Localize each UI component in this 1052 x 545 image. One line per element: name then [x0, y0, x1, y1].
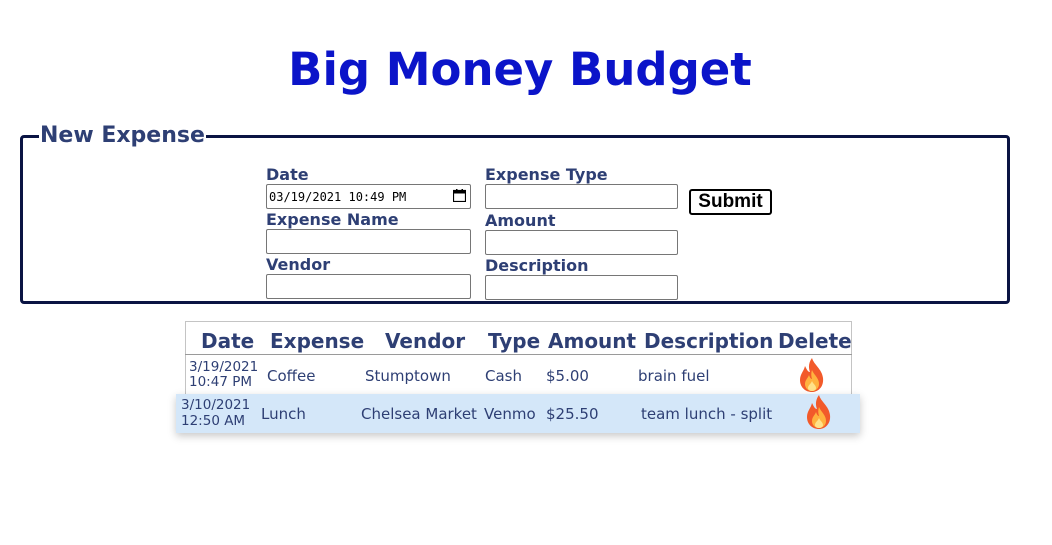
calendar-icon[interactable] — [453, 189, 466, 202]
fire-icon[interactable] — [797, 357, 827, 393]
date-input[interactable]: 03/19/2021 10:49 PM — [266, 184, 471, 209]
row-type: Cash — [485, 367, 522, 385]
row-description: brain fuel — [638, 367, 710, 385]
expense-type-input[interactable] — [485, 184, 678, 209]
expense-name-input[interactable] — [266, 229, 471, 254]
row-amount: $5.00 — [546, 367, 589, 385]
amount-input[interactable] — [485, 230, 678, 255]
row-expense: Lunch — [261, 405, 306, 423]
header-vendor: Vendor — [385, 329, 466, 353]
description-label: Description — [485, 256, 589, 275]
row-vendor: Stumptown — [365, 367, 451, 385]
date-input-value: 03/19/2021 10:49 PM — [269, 189, 407, 204]
description-input[interactable] — [485, 275, 678, 300]
date-label: Date — [266, 165, 309, 184]
row-date: 3/19/2021 — [189, 359, 259, 375]
row-amount: $25.50 — [546, 405, 599, 423]
header-description: Description — [644, 329, 774, 353]
row-time: 12:50 AM — [181, 413, 246, 429]
page-title: Big Money Budget — [288, 43, 752, 96]
row-expense: Coffee — [267, 367, 316, 385]
form-legend: New Expense — [40, 123, 205, 148]
row-type: Venmo — [484, 405, 536, 423]
vendor-input[interactable] — [266, 274, 471, 299]
header-expense: Expense — [270, 329, 365, 353]
expense-type-label: Expense Type — [485, 165, 608, 184]
row-vendor: Chelsea Market — [361, 405, 477, 423]
amount-label: Amount — [485, 211, 556, 230]
header-divider — [185, 354, 852, 355]
header-date: Date — [201, 329, 255, 353]
fire-icon[interactable] — [804, 394, 834, 430]
submit-button[interactable]: Submit — [689, 189, 772, 215]
header-amount: Amount — [548, 329, 637, 353]
vendor-label: Vendor — [266, 255, 331, 274]
header-type: Type — [488, 329, 541, 353]
header-delete: Delete — [778, 329, 852, 353]
row-description: team lunch - split — [641, 405, 773, 423]
expense-name-label: Expense Name — [266, 210, 399, 229]
row-time: 10:47 PM — [189, 374, 252, 390]
row-date: 3/10/2021 — [181, 397, 251, 413]
